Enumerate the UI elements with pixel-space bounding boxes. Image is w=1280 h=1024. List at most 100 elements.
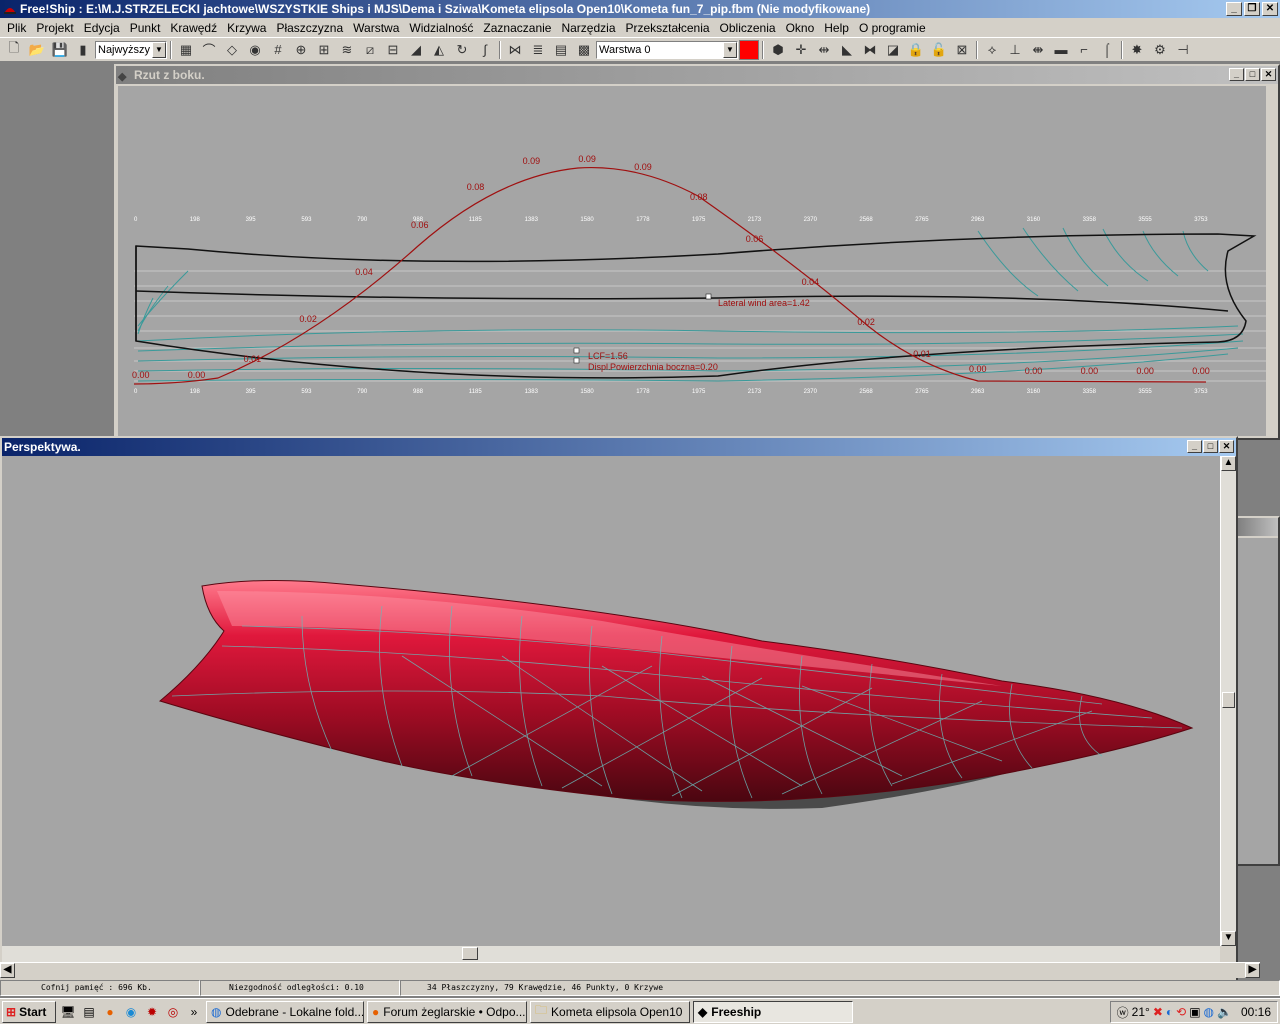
bug-icon[interactable]: ✹ [143, 1003, 161, 1021]
tray-app-icon[interactable]: ⟲ [1176, 1005, 1186, 1019]
task-button-mail[interactable]: ◍ Odebrane - Lokalne fold... [206, 1000, 364, 1023]
layer-props-icon[interactable]: ▤ [550, 40, 572, 60]
start-button[interactable]: ⊞ Start [2, 1000, 56, 1023]
move-icon[interactable]: ✛ [790, 40, 812, 60]
side-view-canvas[interactable]: 0 198 395 593 790 988 1185 1383 1580 1778 1975 2173… [118, 86, 1266, 436]
perspective-horizontal-scrollbar[interactable] [2, 946, 1220, 962]
side-view-drawing[interactable]: 0 198 395 593 790 988 1185 1383 1580 1778 1975 2173… [118, 86, 1266, 436]
notepad-icon[interactable]: ▤ [80, 1003, 98, 1021]
new-file-icon[interactable]: 🗋 [3, 40, 25, 60]
diagonals-icon[interactable]: ⧄ [359, 40, 381, 60]
perspective-vertical-scrollbar[interactable]: ▲ ▼ [1220, 456, 1236, 946]
menu-narzedzia[interactable]: Narzędzia [556, 19, 620, 37]
layer-visibility-icon[interactable]: ⋈ [504, 40, 526, 60]
scroll-up-button[interactable]: ▲ [1221, 456, 1236, 471]
curve-edit-icon[interactable]: ⌠ [1096, 40, 1118, 60]
menu-plaszczyzna[interactable]: Płaszczyzna [271, 19, 348, 37]
extrude-icon[interactable]: ⇹ [813, 40, 835, 60]
tray-app-icon[interactable]: ▣ [1189, 1005, 1200, 1019]
open-folder-icon[interactable]: 📂 [26, 40, 48, 60]
minimize-button[interactable]: _ [1226, 2, 1242, 16]
hydro-icon[interactable]: ◭ [428, 40, 450, 60]
close-button[interactable]: ✕ [1262, 2, 1278, 16]
curve-icon[interactable]: ∫ [474, 40, 496, 60]
flowlines-icon[interactable]: ↻ [451, 40, 473, 60]
side-view-window[interactable]: ◆ Rzut z boku. _ □ ✕ 0 198 395 593 790 9… [114, 64, 1280, 440]
menu-warstwa[interactable]: Warstwa [348, 19, 404, 37]
minimize-button[interactable]: _ [1229, 68, 1244, 81]
perspective-window[interactable]: Perspektywa. _ □ ✕ ▲ ▼ [0, 436, 1238, 982]
menu-obliczenia[interactable]: Obliczenia [715, 19, 781, 37]
menu-projekt[interactable]: Projekt [31, 19, 78, 37]
lock-all-icon[interactable]: ⊠ [951, 40, 973, 60]
globe-icon[interactable]: ⊕ [290, 40, 312, 60]
crease-icon[interactable]: ⌐ [1073, 40, 1095, 60]
point-add-icon[interactable]: ⬢ [767, 40, 789, 60]
split-edge-icon[interactable]: ⊥ [1004, 40, 1026, 60]
scroll-down-button[interactable]: ▼ [1221, 931, 1236, 946]
weather-icon[interactable]: ⓦ [1117, 1004, 1129, 1021]
insert-point-icon[interactable]: ⟡ [981, 40, 1003, 60]
opera-icon[interactable]: ◎ [164, 1003, 182, 1021]
waterlines-icon[interactable]: ⊟ [382, 40, 404, 60]
maximize-button[interactable]: □ [1245, 68, 1260, 81]
menu-krzywa[interactable]: Krzywa [222, 19, 271, 37]
main-horizontal-scrollbar[interactable]: ◀ ▶ [0, 962, 1260, 978]
connect-icon[interactable]: ⇼ [1027, 40, 1049, 60]
menu-widzialnosc[interactable]: Widzialność [404, 19, 478, 37]
hidden-window-title-bar[interactable] [1238, 518, 1278, 536]
show-desktop-icon[interactable]: 🖥 [59, 1003, 77, 1021]
menu-plik[interactable]: Plik [2, 19, 31, 37]
precision-select[interactable]: Najwyższy ▼ [95, 40, 167, 59]
perspective-title-bar[interactable]: Perspektywa. _ □ ✕ [2, 438, 1236, 456]
grid-icon[interactable]: # [267, 40, 289, 60]
menu-krawedz[interactable]: Krawędź [165, 19, 222, 37]
menu-punkt[interactable]: Punkt [125, 19, 166, 37]
tray-app-icon[interactable]: ◐ [1166, 1005, 1173, 1019]
tray-app-icon[interactable]: ◍ [1204, 1005, 1214, 1019]
side-view-title-bar[interactable]: ◆ Rzut z boku. _ □ ✕ [116, 66, 1278, 84]
maximize-button[interactable]: □ [1203, 440, 1218, 453]
task-button-freeship[interactable]: ◆ Freeship [693, 1000, 853, 1023]
paint-icon[interactable]: ◣ [836, 40, 858, 60]
close-button[interactable]: ✕ [1219, 440, 1234, 453]
restore-button[interactable]: ❐ [1244, 2, 1260, 16]
menu-edycja[interactable]: Edycja [79, 19, 125, 37]
scroll-left-button[interactable]: ◀ [0, 963, 15, 978]
partially-hidden-window[interactable] [1236, 516, 1280, 866]
curvature-icon[interactable]: ◇ [221, 40, 243, 60]
new-face-icon[interactable]: ▬ [1050, 40, 1072, 60]
preferences-icon[interactable]: ⊣ [1172, 40, 1194, 60]
menu-okno[interactable]: Okno [781, 19, 820, 37]
layer-color-swatch[interactable] [739, 39, 759, 60]
task-button-folder[interactable]: 🗀 Kometa elipsola Open10 [530, 1000, 690, 1023]
buttocks-icon[interactable]: ≋ [336, 40, 358, 60]
menu-help[interactable]: Help [819, 19, 854, 37]
skype-icon[interactable]: ◉ [122, 1003, 140, 1021]
menu-przeksztalcenia[interactable]: Przekształcenia [621, 19, 715, 37]
shade-icon[interactable]: ◉ [244, 40, 266, 60]
task-button-forum[interactable]: ● Forum żeglarskie • Odpo... [367, 1000, 527, 1023]
collapse-icon[interactable]: ◪ [882, 40, 904, 60]
minimize-button[interactable]: _ [1187, 440, 1202, 453]
layer-grid-icon[interactable]: ▩ [573, 40, 595, 60]
speaker-icon[interactable]: 🔈 [1217, 1005, 1232, 1019]
mirror-icon[interactable]: ⧓ [859, 40, 881, 60]
tray-app-icon[interactable]: ✖ [1153, 1005, 1163, 1019]
lock-icon[interactable]: 🔒 [905, 40, 927, 60]
close-button[interactable]: ✕ [1261, 68, 1276, 81]
layer-select[interactable]: Warstwa 0 ▼ [596, 40, 738, 59]
layer-stack-icon[interactable]: ≣ [527, 40, 549, 60]
stations-icon[interactable]: ⊞ [313, 40, 335, 60]
spark-icon[interactable]: ✸ [1126, 40, 1148, 60]
firefox-icon[interactable]: ● [101, 1003, 119, 1021]
save-icon[interactable]: 💾 [49, 40, 71, 60]
export-icon[interactable]: ▮ [72, 40, 94, 60]
menu-zaznaczanie[interactable]: Zaznaczanie [478, 19, 556, 37]
hull-3d-render[interactable] [2, 456, 1220, 946]
scroll-thumb[interactable] [1222, 692, 1235, 708]
scroll-right-button[interactable]: ▶ [1245, 963, 1260, 978]
chevron-down-icon[interactable]: ▼ [723, 41, 737, 58]
unlock-icon[interactable]: 🔓 [928, 40, 950, 60]
menu-o-programie[interactable]: O programie [854, 19, 931, 37]
